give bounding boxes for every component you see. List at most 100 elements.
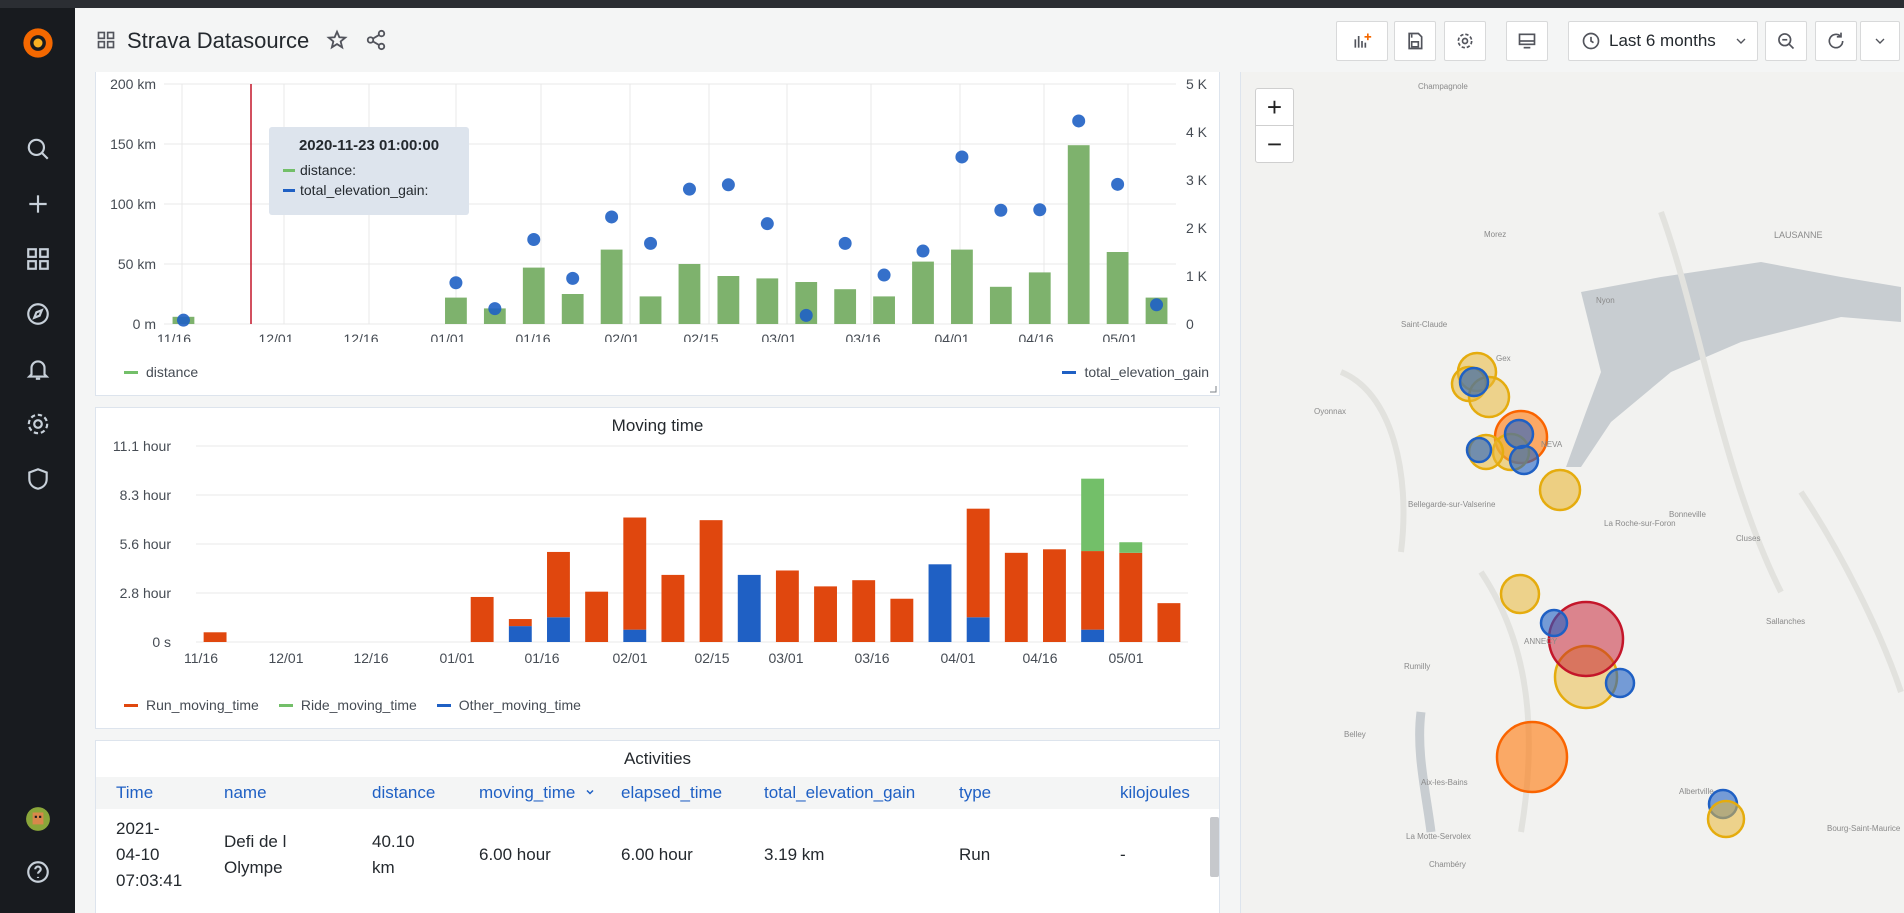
legend-label: total_elevation_gain [1084, 364, 1209, 380]
moving-time-legend: Run_moving_time Ride_moving_time Other_m… [124, 697, 581, 713]
elevation-point [799, 308, 813, 322]
run-moving-time-bar [1157, 603, 1181, 642]
dashboard-title[interactable]: Strava Datasource [127, 28, 309, 54]
cell-time: 2021- 04-10 07:03:41 [116, 819, 183, 890]
map-panel[interactable]: Champagnole LAUSANNE Morez Nyon Saint-Cl… [1240, 72, 1904, 913]
map-zoom-out-button[interactable]: − [1255, 125, 1294, 163]
resize-handle-icon[interactable] [1209, 385, 1217, 393]
x-axis-tick: 02/15 [694, 650, 729, 666]
map-zoom-in-button[interactable]: + [1255, 88, 1294, 126]
zoom-out-time-button[interactable] [1765, 21, 1807, 61]
save-icon [1408, 32, 1423, 50]
x-axis-tick: 05/01 [1102, 331, 1137, 342]
dashboards-icon[interactable] [17, 238, 59, 280]
other-moving-time-bar [547, 617, 570, 642]
legend-item-distance[interactable]: distance [124, 364, 198, 380]
x-axis-tick: 12/16 [353, 650, 388, 666]
y-axis-left-tick: 150 km [110, 136, 156, 152]
column-header-elapsed-time[interactable]: elapsed_time [621, 783, 722, 803]
x-axis-tick: 04/16 [1018, 331, 1053, 342]
panel-title[interactable]: Activities [96, 749, 1219, 769]
elevation-point [488, 302, 502, 316]
map-place-label: Belley [1344, 730, 1366, 739]
map-place-label: Chambéry [1429, 860, 1466, 869]
x-axis-tick: 01/16 [515, 331, 550, 342]
other-moving-time-bar [928, 564, 952, 642]
legend-label: Other_moving_time [458, 697, 581, 713]
x-axis-tick: 12/01 [268, 650, 303, 666]
table-scrollbar[interactable] [1210, 817, 1219, 877]
distance-bar [445, 297, 467, 324]
refresh-interval-dropdown[interactable] [1860, 21, 1900, 61]
distance-bar [989, 286, 1012, 324]
zoom-out-icon [1778, 33, 1795, 50]
distance-bar [1106, 252, 1129, 324]
elevation-point [1033, 203, 1047, 217]
star-icon[interactable] [326, 29, 348, 51]
search-icon[interactable] [17, 128, 59, 170]
run-moving-time-bar [1119, 552, 1143, 642]
x-axis-tick: 01/01 [439, 650, 474, 666]
y-axis-tick: 2.8 hour [120, 585, 172, 601]
run-moving-time-bar [203, 632, 227, 642]
other-swatch [436, 703, 451, 707]
elevation-point [1111, 177, 1125, 191]
elevation-point [644, 236, 658, 250]
elevation-point [877, 268, 891, 282]
add-panel-button[interactable] [1336, 21, 1388, 61]
alerting-bell-icon[interactable] [17, 348, 59, 390]
run-moving-time-bar [623, 517, 647, 630]
run-moving-time-bar [661, 574, 685, 642]
save-dashboard-button[interactable] [1394, 21, 1436, 61]
tooltip-elevation-label: total_elevation_gain: [300, 182, 429, 198]
explore-compass-icon[interactable] [17, 293, 59, 335]
distance-bar [678, 264, 701, 324]
y-axis-tick: 0 s [152, 634, 171, 650]
panel-title[interactable]: Moving time [96, 416, 1219, 436]
dashboard-settings-button[interactable] [1444, 21, 1486, 61]
legend-item-elevation[interactable]: total_elevation_gain [1062, 364, 1209, 380]
column-header-name[interactable]: name [224, 783, 267, 803]
lake-geneva [1566, 262, 1901, 467]
map-place-label: Bonneville [1669, 510, 1706, 519]
moving-time-panel: Moving time 11.1 hour 8.3 hour 5.6 hour 2.8… [95, 407, 1220, 729]
map-place-label: LAUSANNE [1774, 230, 1823, 240]
grafana-logo[interactable] [17, 22, 59, 64]
view-mode-button[interactable] [1506, 21, 1548, 61]
run-moving-time-bar [1081, 551, 1105, 630]
x-axis-tick: 04/01 [940, 650, 975, 666]
distance-bar [522, 267, 545, 324]
map-place-label: Nyon [1596, 296, 1615, 305]
share-icon[interactable] [365, 29, 387, 51]
shield-icon[interactable] [17, 458, 59, 500]
refresh-button[interactable] [1815, 21, 1857, 61]
legend-item-other[interactable]: Other_moving_time [436, 697, 581, 713]
help-icon[interactable] [17, 851, 59, 893]
settings-gear-icon[interactable] [17, 403, 59, 445]
distance-bar [1028, 272, 1051, 324]
column-header-elevation[interactable]: total_elevation_gain [764, 783, 915, 803]
plus-icon[interactable] [17, 183, 59, 225]
avatar[interactable] [17, 798, 59, 840]
column-header-distance[interactable]: distance [372, 783, 435, 803]
elevation-point [449, 276, 463, 290]
column-header-time[interactable]: Time [116, 783, 153, 803]
column-header-kilojoules[interactable]: kilojoules [1120, 783, 1190, 803]
grafana-logo-icon [23, 28, 53, 58]
column-header-type[interactable]: type [959, 783, 991, 803]
run-moving-time-bar [547, 551, 570, 618]
legend-item-ride[interactable]: Ride_moving_time [278, 697, 417, 713]
distance-bar [873, 296, 895, 324]
dashboard-header: Strava Datasource Last 6 months [75, 8, 1904, 72]
legend-item-run[interactable]: Run_moving_time [124, 697, 259, 713]
activities-panel: Activities Time name distance moving_tim… [95, 740, 1220, 913]
x-axis-tick: 05/01 [1108, 650, 1143, 666]
y-axis-left-tick: 50 km [118, 256, 156, 272]
table-row[interactable]: 2021- 04-10 07:03:41 Defi de l Olympe 40.10… [96, 816, 1206, 913]
other-moving-time-bar [623, 629, 647, 642]
column-header-moving-time[interactable]: moving_time [479, 783, 596, 803]
legend-label: Run_moving_time [146, 697, 259, 713]
time-range-picker[interactable]: Last 6 months [1568, 21, 1758, 61]
elevation-swatch [1062, 370, 1077, 374]
monitor-icon [1518, 33, 1536, 49]
